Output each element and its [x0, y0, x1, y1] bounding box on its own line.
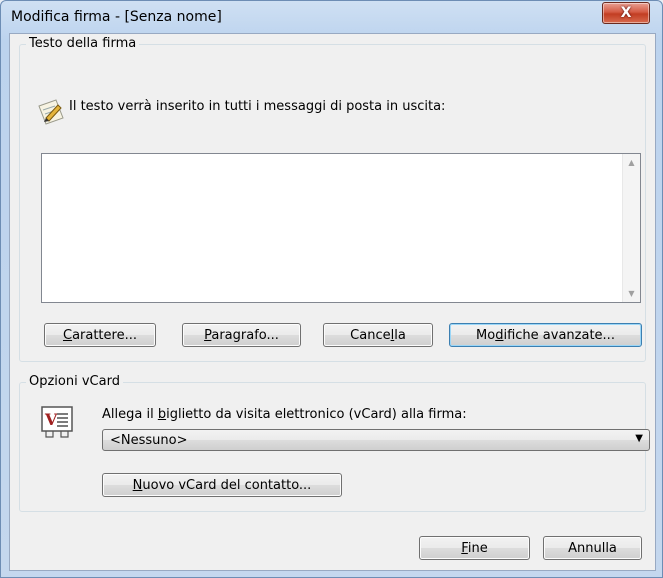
vertical-scrollbar[interactable]: ▲ ▼ — [622, 154, 640, 302]
advanced-edit-button[interactable]: Modifiche avanzate... — [449, 323, 642, 347]
scroll-down-icon[interactable]: ▼ — [623, 285, 640, 302]
attach-vcard-label: Allega il biglietto da visita elettronic… — [102, 407, 467, 422]
cancel-button[interactable]: Annulla — [543, 536, 642, 560]
signature-text-area[interactable]: ▲ ▼ — [41, 153, 641, 303]
signature-info-text: Il testo verrà inserito in tutti i messa… — [69, 99, 446, 114]
new-vcard-button[interactable]: Nuovo vCard del contatto... — [102, 473, 342, 497]
vcard-select-value: <Nessuno> — [110, 433, 188, 448]
vcard-select[interactable]: <Nessuno> ▼ — [102, 429, 650, 451]
title-bar[interactable]: Modifica firma - [Senza nome] X — [1, 1, 662, 33]
dialog-body: Testo della firma Il testo verrà inserit… — [9, 33, 656, 571]
vcard-icon: V — [41, 406, 73, 438]
pen-paper-icon — [38, 99, 64, 125]
close-icon: X — [620, 5, 632, 21]
scroll-up-icon[interactable]: ▲ — [623, 154, 640, 171]
signature-group-label: Testo della firma — [26, 36, 140, 51]
vcard-group-label: Opzioni vCard — [26, 374, 123, 389]
window-title: Modifica firma - [Senza nome] — [11, 9, 222, 25]
clear-button[interactable]: Cancella — [323, 323, 433, 347]
finish-button[interactable]: Fine — [419, 536, 530, 560]
svg-text:V: V — [44, 410, 58, 429]
close-button[interactable]: X — [602, 2, 650, 24]
paragraph-button[interactable]: Paragrafo... — [182, 323, 301, 347]
dialog-window: Modifica firma - [Senza nome] X Testo de… — [0, 0, 663, 578]
font-button[interactable]: Carattere... — [44, 323, 156, 347]
chevron-down-icon: ▼ — [635, 433, 643, 444]
